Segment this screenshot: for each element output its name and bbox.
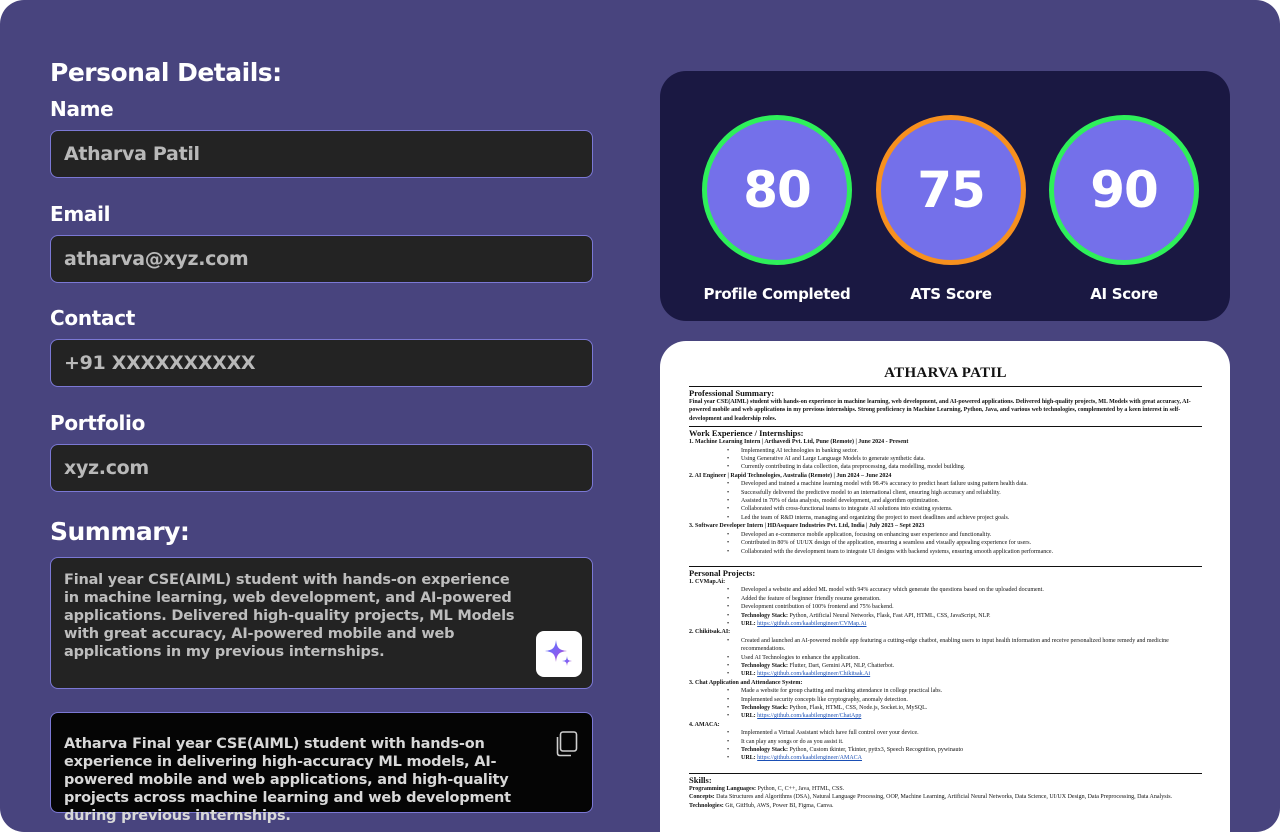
- contact-input[interactable]: [64, 352, 579, 374]
- resume-document: ATHARVA PATIL Professional Summary: Fina…: [689, 363, 1202, 810]
- copy-icon[interactable]: [554, 731, 578, 757]
- score-value: 75: [917, 161, 986, 219]
- name-field[interactable]: [50, 130, 593, 178]
- project-bullet: Used AI Technologies to enhance the appl…: [727, 654, 1202, 663]
- project-stack: Technology Stack: Flutter, Dart, Gemini …: [727, 662, 1202, 671]
- personal-details-title: Personal Details:: [50, 58, 282, 87]
- project-url: URL: https://github.com/kaabilengineer/C…: [727, 712, 1202, 721]
- job-title: 3. Software Developer Intern | HDAsquare…: [689, 523, 925, 530]
- project-title: 1. CVMap.Ai:: [689, 578, 726, 585]
- job-bullet: Led the team of R&D interns, managing an…: [727, 514, 1202, 523]
- divider: [689, 772, 1202, 774]
- skills-list: Programming Languages: Python, C, C++, J…: [689, 785, 1202, 810]
- project-bullet: Added the feature of beginner friendly r…: [727, 595, 1202, 604]
- name-label: Name: [50, 97, 114, 121]
- score-label: Profile Completed: [703, 285, 851, 303]
- project-bullet: Made a website for group chatting and ma…: [727, 687, 1202, 696]
- project-url: URL: https://github.com/kaabilengineer/C…: [727, 670, 1202, 679]
- job-bullet: Contributed in 80% of UI/UX design of th…: [727, 539, 1202, 548]
- score-value: 90: [1090, 161, 1159, 219]
- score-ring: 90: [1049, 115, 1199, 265]
- ai-score: 90 AI Score: [1049, 115, 1199, 303]
- project-bullet: Implemented a Virtual Assistant which ha…: [727, 729, 1202, 738]
- job-bullet: Using Generative AI and Large Language M…: [727, 455, 1202, 464]
- project-url: URL: https://github.com/kaabilengineer/A…: [727, 754, 1202, 763]
- divider: [689, 426, 1202, 428]
- job-bullet: Implementing AI technologies in banking …: [727, 447, 1202, 456]
- ai-generate-button[interactable]: [536, 631, 582, 677]
- email-label: Email: [50, 202, 111, 226]
- project-stack: Technology Stack: Python, Custom tkinter…: [727, 746, 1202, 755]
- project-link[interactable]: https://github.com/kaabilengineer/ChatAp…: [757, 713, 861, 719]
- job-bullet: Assisted in 70% of data analysis, model …: [727, 497, 1202, 506]
- project-bullet: It can play any songs or do as you assis…: [727, 738, 1202, 747]
- resume-summary-heading: Professional Summary:: [689, 388, 775, 398]
- email-input[interactable]: [64, 248, 579, 270]
- project-title: 3. Chat Application and Attendance Syste…: [689, 679, 803, 686]
- ats-score: 75 ATS Score: [876, 115, 1026, 303]
- project-link[interactable]: https://github.com/kaabilengineer/CVMap.…: [757, 621, 866, 627]
- generated-summary-text: Atharva Final year CSE(AIML) student wit…: [64, 736, 511, 824]
- job-bullet: Developed an e-commerce mobile applicati…: [727, 531, 1202, 540]
- divider: [689, 565, 1202, 567]
- portfolio-input[interactable]: [64, 457, 579, 479]
- project-stack: Technology Stack: Python, Flask, HTML, C…: [727, 704, 1202, 713]
- score-ring: 80: [702, 115, 852, 265]
- project-bullet: Developed a website and added ML model w…: [727, 586, 1202, 595]
- skills-row: Concepts: Data Structures and Algorithms…: [689, 794, 1173, 801]
- resume-skills-heading: Skills:: [689, 774, 712, 785]
- job-title: 1. Machine Learning Intern | Arthavedi P…: [689, 439, 909, 446]
- job-bullet: Currently contributing in data collectio…: [727, 463, 1202, 472]
- resume-preview[interactable]: ATHARVA PATIL Professional Summary: Fina…: [660, 341, 1230, 832]
- skills-row: Technologies: Git, GitHub, AWS, Power BI…: [689, 802, 834, 809]
- resume-summary-text: Final year CSE(AIML) student with hands-…: [689, 399, 1191, 422]
- contact-label: Contact: [50, 306, 136, 330]
- profile-completed-score: 80 Profile Completed: [702, 115, 852, 303]
- project-link[interactable]: https://github.com/kaabilengineer/Chikit…: [757, 671, 870, 677]
- email-field[interactable]: [50, 235, 593, 283]
- generated-summary-box: Atharva Final year CSE(AIML) student wit…: [50, 712, 593, 824]
- projects-list: 1. CVMap.Ai: Developed a website and add…: [689, 578, 1202, 763]
- app-window: Personal Details: Name Email Contact Por…: [0, 0, 1280, 832]
- contact-field[interactable]: [50, 339, 593, 387]
- project-stack: Technology Stack: Python, Artificial Neu…: [727, 612, 1202, 621]
- summary-title: Summary:: [50, 517, 190, 546]
- summary-text[interactable]: Final year CSE(AIML) student with hands-…: [64, 571, 524, 661]
- score-ring: 75: [876, 115, 1026, 265]
- job-bullet: Developed and trained a machine learning…: [727, 480, 1202, 489]
- job-bullet: Successfully delivered the predictive mo…: [727, 489, 1202, 498]
- portfolio-label: Portfolio: [50, 411, 146, 435]
- resume-projects-heading: Personal Projects:: [689, 567, 756, 578]
- resume-name: ATHARVA PATIL: [884, 365, 1007, 381]
- job-title: 2. AI Engineer | Rapid Technologies, Aus…: [689, 472, 892, 479]
- project-link[interactable]: https://github.com/kaabilengineer/AMACA: [757, 755, 862, 761]
- work-experience-list: 1. Machine Learning Intern | Arthavedi P…: [689, 438, 1202, 556]
- skills-row: Programming Languages: Python, C, C++, J…: [689, 785, 845, 792]
- job-bullet: Collaborated with the development team t…: [727, 548, 1202, 557]
- project-url: URL: https://github.com/kaabilengineer/C…: [727, 620, 1202, 629]
- scores-panel: 80 Profile Completed 75 ATS Score 90 AI …: [660, 71, 1230, 321]
- score-value: 80: [743, 161, 812, 219]
- project-bullet: Implemented security concepts like crypt…: [727, 696, 1202, 705]
- resume-work-heading: Work Experience / Internships:: [689, 428, 804, 439]
- divider: [689, 386, 1202, 387]
- name-input[interactable]: [64, 143, 579, 165]
- score-label: AI Score: [1090, 285, 1158, 303]
- project-bullet: Development contribution of 100% fronten…: [727, 603, 1202, 612]
- sparkle-icon: [545, 640, 572, 666]
- project-title: 2. Chikitsak.AI:: [689, 629, 731, 636]
- project-title: 4. AMACA:: [689, 721, 720, 728]
- score-label: ATS Score: [910, 285, 992, 303]
- project-bullet: Created and launched an AI-powered mobil…: [727, 637, 1202, 654]
- job-bullet: Collaborated with cross-functional teams…: [727, 505, 1202, 514]
- portfolio-field[interactable]: [50, 444, 593, 492]
- summary-textarea[interactable]: Final year CSE(AIML) student with hands-…: [50, 557, 593, 689]
